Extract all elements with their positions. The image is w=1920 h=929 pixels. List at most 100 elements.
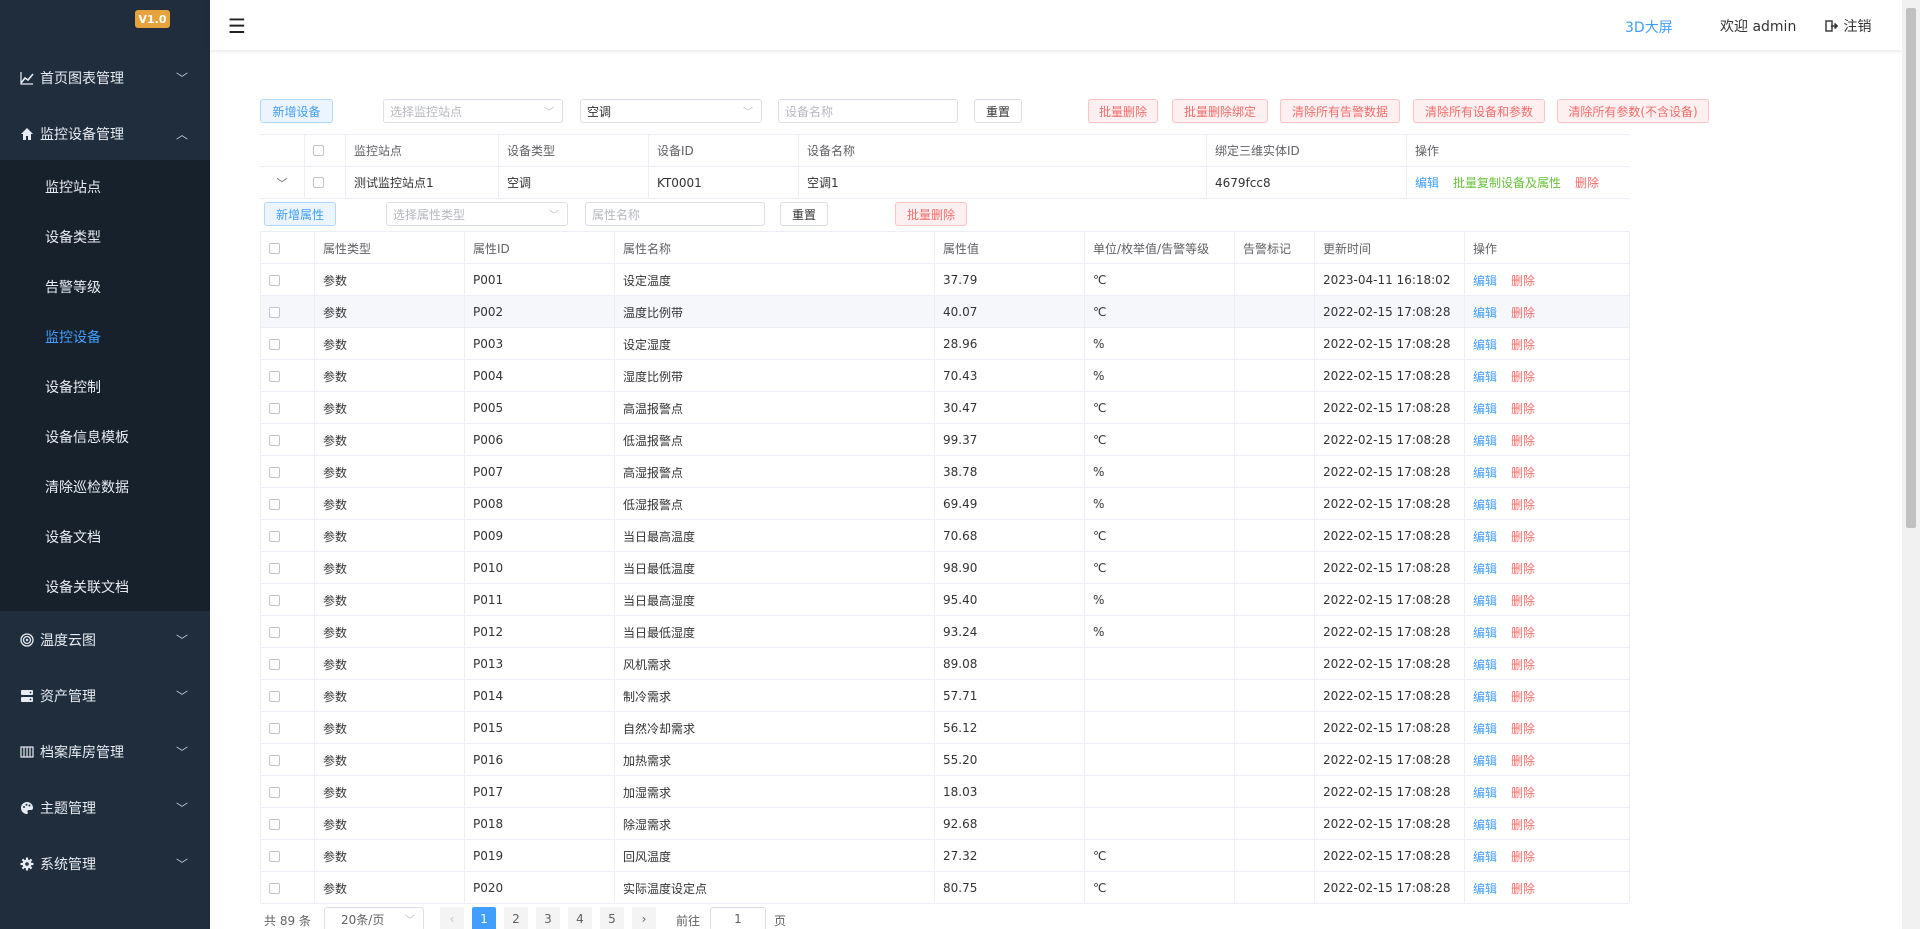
edit-link[interactable]: 编辑	[1473, 496, 1497, 513]
logout-button[interactable]: 注销	[1825, 16, 1871, 36]
select-all-checkbox[interactable]	[269, 242, 280, 254]
delete-link[interactable]: 删除	[1511, 368, 1535, 385]
delete-link[interactable]: 删除	[1511, 848, 1535, 865]
row-checkbox[interactable]	[269, 370, 280, 382]
reset-button[interactable]: 重置	[974, 99, 1022, 123]
edit-link[interactable]: 编辑	[1473, 304, 1497, 321]
row-checkbox[interactable]	[269, 722, 280, 734]
delete-link[interactable]: 删除	[1511, 272, 1535, 289]
sidebar-item-device-control[interactable]: 设备控制	[0, 362, 210, 412]
next-page-button[interactable]: ›	[632, 907, 656, 929]
row-checkbox[interactable]	[269, 594, 280, 606]
delete-link[interactable]: 删除	[1511, 528, 1535, 545]
row-checkbox[interactable]	[269, 434, 280, 446]
edit-link[interactable]: 编辑	[1473, 624, 1497, 641]
page-button[interactable]: 4	[568, 907, 592, 929]
row-checkbox[interactable]	[269, 882, 280, 894]
attr-name-input[interactable]: 属性名称	[585, 202, 765, 226]
device-name-input[interactable]: 设备名称	[778, 99, 958, 123]
attr-reset-button[interactable]: 重置	[780, 202, 828, 226]
menu-home-charts[interactable]: 首页图表管理 ﹀	[0, 50, 210, 106]
row-checkbox[interactable]	[269, 530, 280, 542]
scrollbar-thumb[interactable]	[1906, 8, 1916, 528]
sidebar-item-clear-inspection[interactable]: 清除巡检数据	[0, 462, 210, 512]
chevron-down-icon[interactable]: ﹀	[277, 175, 288, 191]
page-button[interactable]: 1	[472, 907, 496, 929]
edit-link[interactable]: 编辑	[1473, 464, 1497, 481]
delete-link[interactable]: 删除	[1511, 816, 1535, 833]
clear-params-button[interactable]: 清除所有参数(不含设备)	[1557, 99, 1709, 123]
page-button[interactable]: 3	[536, 907, 560, 929]
menu-asset-management[interactable]: 资产管理 ﹀	[0, 668, 210, 724]
page-size-select[interactable]: 20条/页 ﹀	[324, 907, 424, 929]
row-checkbox[interactable]	[269, 786, 280, 798]
delete-link[interactable]: 删除	[1511, 784, 1535, 801]
delete-link[interactable]: 删除	[1511, 464, 1535, 481]
copy-device-link[interactable]: 批量复制设备及属性	[1453, 174, 1561, 191]
row-checkbox[interactable]	[269, 626, 280, 638]
sidebar-item-device-type[interactable]: 设备类型	[0, 212, 210, 262]
batch-delete-button[interactable]: 批量删除	[1088, 99, 1158, 123]
row-checkbox[interactable]	[269, 754, 280, 766]
select-all-checkbox[interactable]	[313, 145, 324, 156]
delete-link[interactable]: 删除	[1511, 688, 1535, 705]
menu-temperature-cloud[interactable]: 温度云图 ﹀	[0, 612, 210, 668]
edit-link[interactable]: 编辑	[1473, 784, 1497, 801]
row-checkbox[interactable]	[269, 658, 280, 670]
sidebar-item-device-linked-docs[interactable]: 设备关联文档	[0, 562, 210, 612]
edit-link[interactable]: 编辑	[1415, 174, 1439, 191]
sidebar-item-device-template[interactable]: 设备信息模板	[0, 412, 210, 462]
goto-page-input[interactable]: 1	[710, 907, 766, 929]
edit-link[interactable]: 编辑	[1473, 368, 1497, 385]
page-scrollbar[interactable]	[1902, 0, 1920, 929]
edit-link[interactable]: 编辑	[1473, 272, 1497, 289]
row-checkbox[interactable]	[269, 850, 280, 862]
row-checkbox[interactable]	[269, 306, 280, 318]
delete-link[interactable]: 删除	[1511, 752, 1535, 769]
edit-link[interactable]: 编辑	[1473, 400, 1497, 417]
sidebar-item-alarm-level[interactable]: 告警等级	[0, 262, 210, 312]
menu-theme-management[interactable]: 主题管理 ﹀	[0, 780, 210, 836]
menu-archive-storage[interactable]: 档案库房管理 ﹀	[0, 724, 210, 780]
add-attribute-button[interactable]: 新增属性	[264, 202, 336, 226]
row-checkbox[interactable]	[269, 466, 280, 478]
delete-link[interactable]: 删除	[1511, 496, 1535, 513]
delete-link[interactable]: 删除	[1511, 624, 1535, 641]
clear-devices-params-button[interactable]: 清除所有设备和参数	[1413, 99, 1545, 123]
edit-link[interactable]: 编辑	[1473, 592, 1497, 609]
edit-link[interactable]: 编辑	[1473, 528, 1497, 545]
delete-link[interactable]: 删除	[1575, 174, 1599, 191]
edit-link[interactable]: 编辑	[1473, 560, 1497, 577]
edit-link[interactable]: 编辑	[1473, 688, 1497, 705]
row-checkbox[interactable]	[313, 177, 324, 188]
edit-link[interactable]: 编辑	[1473, 336, 1497, 353]
row-checkbox[interactable]	[269, 338, 280, 350]
sidebar-item-device-docs[interactable]: 设备文档	[0, 512, 210, 562]
edit-link[interactable]: 编辑	[1473, 656, 1497, 673]
delete-link[interactable]: 删除	[1511, 304, 1535, 321]
add-device-button[interactable]: 新增设备	[260, 99, 333, 123]
row-checkbox[interactable]	[269, 818, 280, 830]
delete-link[interactable]: 删除	[1511, 432, 1535, 449]
edit-link[interactable]: 编辑	[1473, 432, 1497, 449]
menu-monitor-devices[interactable]: 监控设备管理 ︿	[0, 106, 210, 162]
hamburger-icon[interactable]: ☰	[228, 14, 246, 38]
attr-type-select[interactable]: 选择属性类型 ﹀	[386, 202, 568, 226]
delete-link[interactable]: 删除	[1511, 592, 1535, 609]
delete-link[interactable]: 删除	[1511, 400, 1535, 417]
menu-system-management[interactable]: 系统管理 ﹀	[0, 836, 210, 892]
edit-link[interactable]: 编辑	[1473, 848, 1497, 865]
delete-link[interactable]: 删除	[1511, 880, 1535, 897]
row-checkbox[interactable]	[269, 562, 280, 574]
page-button[interactable]: 2	[504, 907, 528, 929]
edit-link[interactable]: 编辑	[1473, 816, 1497, 833]
delete-link[interactable]: 删除	[1511, 720, 1535, 737]
prev-page-button[interactable]: ‹	[440, 907, 464, 929]
edit-link[interactable]: 编辑	[1473, 720, 1497, 737]
row-checkbox[interactable]	[269, 274, 280, 286]
screen-3d-link[interactable]: 3D大屏	[1625, 17, 1673, 37]
delete-link[interactable]: 删除	[1511, 560, 1535, 577]
sidebar-item-monitor-station[interactable]: 监控站点	[0, 162, 210, 212]
delete-link[interactable]: 删除	[1511, 656, 1535, 673]
edit-link[interactable]: 编辑	[1473, 880, 1497, 897]
